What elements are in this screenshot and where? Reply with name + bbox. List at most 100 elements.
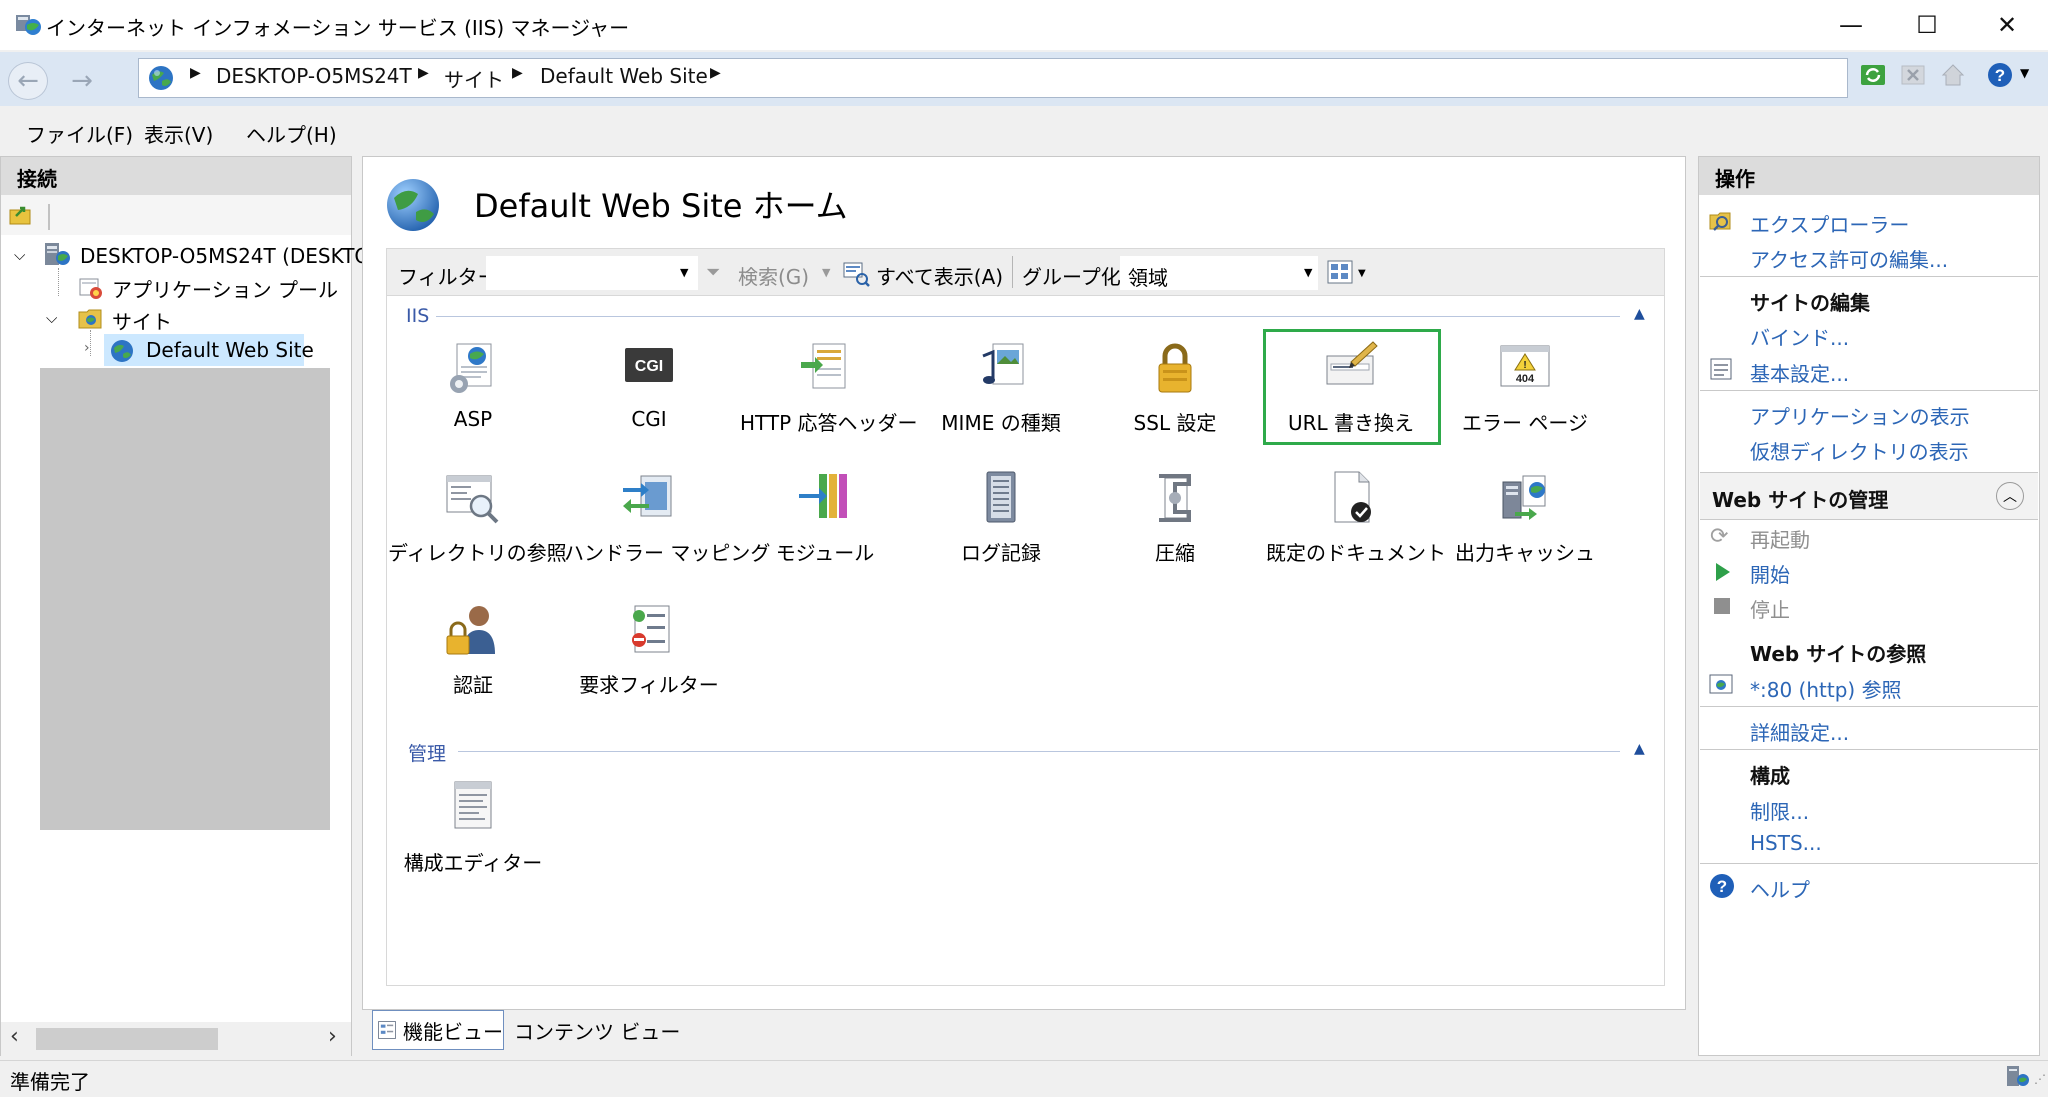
feature-label: URL 書き換え [1266, 407, 1436, 436]
svg-text:404: 404 [1516, 373, 1535, 385]
home-icon[interactable] [1940, 62, 1966, 88]
menu-view[interactable]: 表示(V) [144, 119, 213, 148]
show-all-button[interactable]: すべて表示(A) [876, 261, 1003, 290]
actions-separator [1700, 276, 2038, 277]
resize-grip-icon[interactable]: ⋰ [2034, 1072, 2046, 1086]
feature-directory-browsing[interactable]: ディレクトリの参照 [388, 468, 558, 566]
action-basic-settings[interactable]: 基本設定... [1750, 358, 1849, 387]
compression-icon [1145, 468, 1205, 528]
tab-content-view[interactable]: コンテンツ ビュー [506, 1010, 676, 1050]
action-stop[interactable]: 停止 [1750, 594, 1790, 623]
feature-cgi[interactable]: CGI CGI [564, 338, 734, 431]
action-help[interactable]: ヘルプ [1750, 874, 1810, 903]
expand-server-icon[interactable]: ⌵ [14, 246, 25, 264]
menu-help[interactable]: ヘルプ(H) [246, 119, 337, 148]
action-limits[interactable]: 制限... [1750, 796, 1809, 825]
feature-compression[interactable]: 圧縮 [1090, 468, 1260, 566]
scroll-left-icon[interactable]: ‹ [10, 1024, 19, 1049]
minimize-button[interactable]: — [1810, 0, 1892, 50]
group-dropdown-icon[interactable]: ▼ [1304, 266, 1312, 279]
restart-icon: ⟳ [1710, 524, 1728, 549]
breadcrumb-default-site[interactable]: Default Web Site [540, 64, 708, 88]
config-editor-icon [443, 778, 503, 838]
expand-site-icon[interactable]: › [84, 340, 90, 356]
feature-default-document[interactable]: 既定のドキュメント [1266, 468, 1436, 566]
group-by-value: 領域 [1128, 262, 1168, 291]
feature-mime-types[interactable]: MIME の種類 [916, 338, 1086, 436]
close-button[interactable]: ✕ [1966, 0, 2048, 50]
feature-http-response-headers[interactable]: HTTP 応答ヘッダー [740, 338, 910, 436]
feature-handler-mappings[interactable]: ハンドラー マッピング [564, 468, 734, 566]
refresh-icon[interactable] [1860, 62, 1886, 88]
tree-app-pools[interactable]: アプリケーション プール [112, 274, 338, 303]
forward-arrow-icon: → [71, 66, 93, 96]
feature-logging[interactable]: ログ記録 [916, 468, 1086, 566]
collapse-section-icon[interactable]: ▲ [1634, 741, 1645, 757]
feature-request-filtering[interactable]: 要求フィルター [564, 600, 734, 698]
scroll-right-icon[interactable]: › [328, 1024, 337, 1049]
iis-app-icon [14, 11, 42, 37]
scrollbar-thumb[interactable] [36, 1028, 218, 1050]
actions-separator [1700, 706, 2038, 707]
tree-sites[interactable]: サイト [112, 306, 172, 335]
feature-asp[interactable]: ASP [388, 338, 558, 431]
feature-label: ASP [388, 407, 558, 431]
action-restart[interactable]: 再起動 [1750, 524, 1810, 553]
output-cache-icon [1495, 468, 1555, 528]
action-start[interactable]: 開始 [1750, 559, 1790, 588]
title-bar: インターネット インフォメーション サービス (IIS) マネージャー — ☐ … [0, 0, 2048, 50]
feature-authentication[interactable]: 認証 [388, 600, 558, 698]
tab-features-view[interactable]: 機能ビュー [372, 1010, 504, 1050]
cgi-icon: CGI [619, 338, 679, 398]
action-hsts[interactable]: HSTS... [1750, 831, 1822, 855]
feature-ssl-settings[interactable]: SSL 設定 [1090, 338, 1260, 436]
action-edit-permissions[interactable]: アクセス許可の編集... [1750, 244, 1948, 273]
feature-error-pages[interactable]: ! 404 エラー ページ [1440, 338, 1610, 436]
site-globe-icon [384, 176, 442, 234]
tree-server[interactable]: DESKTOP-O5MS24T (DESKTOI [80, 244, 376, 268]
feature-label: エラー ページ [1440, 407, 1610, 436]
action-advanced-settings[interactable]: 詳細設定... [1750, 717, 1849, 746]
connections-header: 接続 [1, 157, 351, 195]
collapse-section-icon[interactable]: ▲ [1634, 306, 1645, 322]
breadcrumb-server[interactable]: DESKTOP-O5MS24T [216, 64, 412, 88]
feature-output-cache[interactable]: 出力キャッシュ [1440, 468, 1610, 566]
feature-modules[interactable]: モジュール [740, 468, 910, 566]
menu-file[interactable]: ファイル(F) [26, 119, 133, 148]
search-button[interactable]: 検索(G) [738, 261, 809, 290]
tree-default-site[interactable]: Default Web Site [146, 338, 314, 362]
action-bindings[interactable]: バインド... [1750, 322, 1849, 351]
sites-folder-icon [76, 304, 106, 332]
maximize-button[interactable]: ☐ [1886, 0, 1968, 50]
help-dropdown-icon[interactable]: ▼ [2020, 66, 2029, 80]
help-icon: ? [1708, 872, 1736, 900]
breadcrumb-sites[interactable]: サイト [444, 64, 504, 93]
tree-line [90, 330, 91, 356]
forward-button[interactable]: → [62, 62, 102, 100]
stop-icon[interactable] [1900, 62, 1926, 88]
edit-site-heading: サイトの編集 [1750, 287, 1870, 316]
default-document-icon [1321, 468, 1381, 528]
filter-input[interactable] [486, 256, 698, 290]
app-pool-icon [76, 273, 106, 301]
feature-configuration-editor[interactable]: 構成エディター [388, 778, 558, 876]
collapse-manage-icon[interactable]: ︿ [1996, 482, 2024, 510]
action-explore[interactable]: エクスプローラー [1750, 209, 1909, 238]
view-mode-icon[interactable] [1326, 258, 1354, 286]
search-dropdown-icon[interactable]: ▼ [822, 266, 830, 279]
back-button[interactable]: ← [8, 62, 48, 100]
feature-label: 要求フィルター [564, 669, 734, 698]
tab-features-label: 機能ビュー [403, 1016, 503, 1045]
connections-toolbar [1, 195, 351, 235]
view-mode-dropdown-icon[interactable]: ▼ [1358, 268, 1366, 279]
filter-dropdown-icon[interactable]: ▼ [680, 266, 688, 279]
new-connection-icon[interactable] [8, 204, 34, 228]
section-divider [458, 751, 1620, 752]
expand-sites-icon[interactable]: ⌵ [46, 309, 57, 327]
handler-mappings-icon [619, 468, 679, 528]
action-browse-80[interactable]: *:80 (http) 参照 [1750, 674, 1902, 703]
action-view-applications[interactable]: アプリケーションの表示 [1750, 401, 1970, 430]
action-view-virtual-directories[interactable]: 仮想ディレクトリの表示 [1750, 436, 1969, 465]
feature-url-rewrite[interactable]: URL 書き換え [1266, 338, 1436, 436]
help-icon[interactable]: ? [1986, 61, 2014, 89]
